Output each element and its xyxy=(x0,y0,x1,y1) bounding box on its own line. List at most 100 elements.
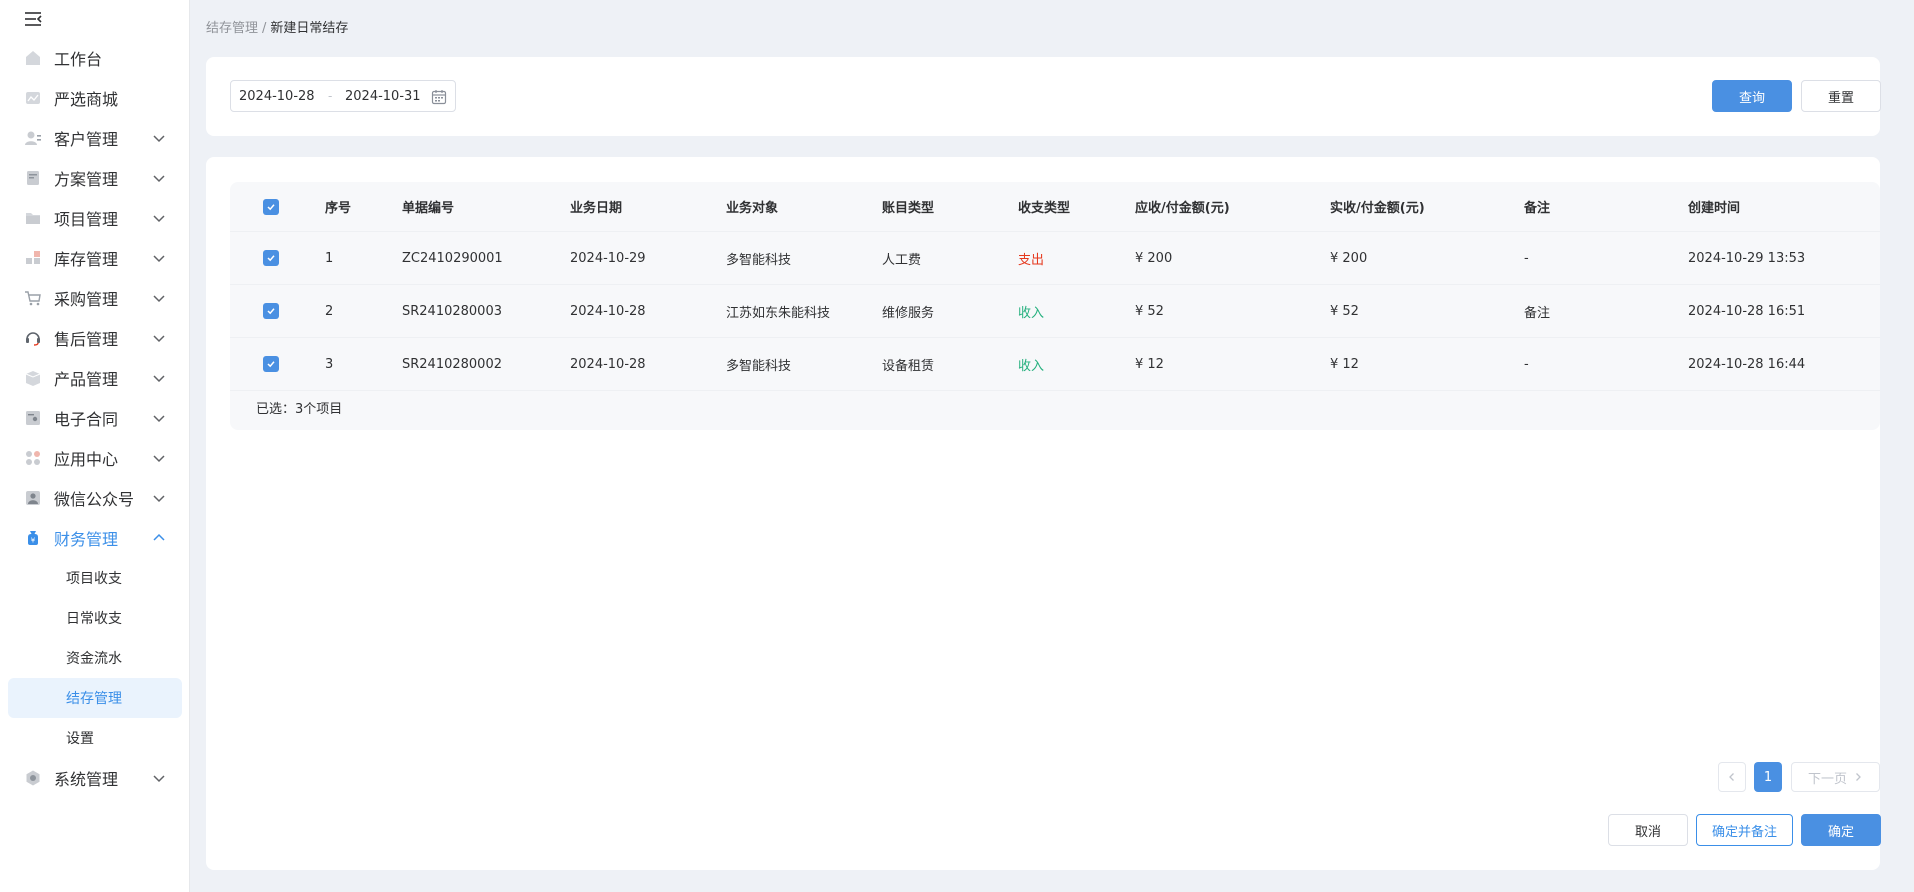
table-row[interactable]: 3 SR2410280002 2024-10-28 多智能科技 设备租赁 收入 ¥ 12 ¥ … xyxy=(230,338,1880,391)
cell-paid: ¥ 200 xyxy=(1330,250,1368,266)
sidebar-item-8[interactable]: 产品管理 xyxy=(0,358,190,398)
chevron-down-icon[interactable] xyxy=(152,131,166,145)
sidebar-item-label: 方案管理 xyxy=(54,170,119,189)
reset-button[interactable]: 重置 xyxy=(1801,80,1881,112)
header-date: 业务日期 xyxy=(570,201,623,216)
sidebar-item-5[interactable]: 库存管理 xyxy=(0,238,190,278)
cell-remark: 备注 xyxy=(1524,305,1551,321)
header-type: 收支类型 xyxy=(1018,201,1071,216)
chevron-down-icon[interactable] xyxy=(152,211,166,225)
home-icon xyxy=(24,49,42,67)
date-range-picker[interactable]: 2024-10-28 - 2024-10-31 xyxy=(230,80,456,112)
select-all-checkbox[interactable] xyxy=(263,198,279,215)
chevron-down-icon[interactable] xyxy=(152,171,166,185)
date-start-input[interactable]: 2024-10-28 xyxy=(239,89,315,104)
sidebar-item-system[interactable]: 系统管理 xyxy=(0,758,190,798)
chevron-down-icon[interactable] xyxy=(152,411,166,425)
sidebar-item-9[interactable]: 电子合同 xyxy=(0,398,190,438)
cell-account: 设备租赁 xyxy=(882,358,935,374)
box-icon xyxy=(24,369,42,387)
svg-text:¥: ¥ xyxy=(31,537,36,545)
chevron-down-icon[interactable] xyxy=(152,451,166,465)
inventory-icon xyxy=(24,249,42,267)
chevron-down-icon[interactable] xyxy=(152,331,166,345)
sidebar-item-2[interactable]: 客户管理 xyxy=(0,118,190,158)
sidebar-item-label: 工作台 xyxy=(54,50,103,69)
sidebar-item-1[interactable]: 严选商城 xyxy=(0,78,190,118)
chevron-down-icon[interactable] xyxy=(152,371,166,385)
sidebar-item-label: 客户管理 xyxy=(54,130,119,149)
sidebar-item-label: 库存管理 xyxy=(54,250,119,269)
header-no: 序号 xyxy=(325,201,352,216)
content-panel: 序号 单据编号 业务日期 业务对象 账目类型 收支类型 应收/付金额(元) 实收… xyxy=(206,157,1881,870)
sidebar-item-label: 严选商城 xyxy=(54,90,119,109)
cell-no: 1 xyxy=(325,250,334,266)
sidebar-item-label: 系统管理 xyxy=(54,770,119,789)
records-table: 序号 单据编号 业务日期 业务对象 账目类型 收支类型 应收/付金额(元) 实收… xyxy=(230,182,1880,430)
cell-remark: - xyxy=(1524,356,1529,372)
sidebar-item-6[interactable]: 采购管理 xyxy=(0,278,190,318)
chevron-down-icon[interactable] xyxy=(152,771,166,785)
header-due: 应收/付金额(元) xyxy=(1135,201,1230,216)
sidebar-item-10[interactable]: 应用中心 xyxy=(0,438,190,478)
finance-subitem-3[interactable]: 结存管理 xyxy=(8,678,182,718)
row-checkbox[interactable] xyxy=(263,303,279,319)
chevron-down-icon[interactable] xyxy=(152,491,166,505)
breadcrumb-parent[interactable]: 结存管理 xyxy=(206,21,258,36)
row-checkbox[interactable] xyxy=(263,356,279,372)
cell-account: 维修服务 xyxy=(882,305,935,321)
menu-collapse-icon[interactable] xyxy=(24,10,44,28)
sidebar-item-label: 应用中心 xyxy=(54,450,119,469)
cancel-button[interactable]: 取消 xyxy=(1608,814,1688,846)
query-button[interactable]: 查询 xyxy=(1712,80,1792,112)
cell-due: ¥ 200 xyxy=(1135,250,1173,266)
row-checkbox[interactable] xyxy=(263,250,279,266)
cell-target: 多智能科技 xyxy=(726,252,792,268)
sidebar: 工作台严选商城客户管理方案管理项目管理库存管理采购管理售后管理产品管理电子合同应… xyxy=(0,0,190,892)
cell-no: 3 xyxy=(325,356,334,372)
sidebar-item-label: 微信公众号 xyxy=(54,490,135,509)
sidebar-item-label: 产品管理 xyxy=(54,370,119,389)
sidebar-item-7[interactable]: 售后管理 xyxy=(0,318,190,358)
cell-created: 2024-10-29 13:53 xyxy=(1688,250,1806,266)
finance-subitem-2[interactable]: 资金流水 xyxy=(8,638,182,678)
chevron-down-icon[interactable] xyxy=(152,251,166,265)
sidebar-item-12[interactable]: ¥ 财务管理 xyxy=(0,518,190,558)
confirm-button[interactable]: 确定 xyxy=(1801,814,1881,846)
chevron-down-icon[interactable] xyxy=(152,291,166,305)
date-end-input[interactable]: 2024-10-31 xyxy=(345,89,421,104)
money-bag-icon: ¥ xyxy=(24,529,42,547)
confirm-with-remark-button[interactable]: 确定并备注 xyxy=(1696,814,1793,846)
pagination-prev-button[interactable] xyxy=(1718,762,1746,792)
table-header-row: 序号 单据编号 业务日期 业务对象 账目类型 收支类型 应收/付金额(元) 实收… xyxy=(230,182,1880,232)
sidebar-item-11[interactable]: 微信公众号 xyxy=(0,478,190,518)
table-row[interactable]: 1 ZC2410290001 2024-10-29 多智能科技 人工费 支出 ¥ 200 ¥ … xyxy=(230,232,1880,285)
finance-subitem-1[interactable]: 日常收支 xyxy=(8,598,182,638)
sidebar-item-label: 财务管理 xyxy=(54,530,119,549)
header-target: 业务对象 xyxy=(726,201,779,216)
chevron-up-icon[interactable] xyxy=(152,531,166,545)
finance-subitem-0[interactable]: 项目收支 xyxy=(8,558,182,598)
sidebar-item-label: 采购管理 xyxy=(54,290,119,309)
chevron-right-icon xyxy=(1856,773,1861,781)
header-code: 单据编号 xyxy=(402,201,455,216)
finance-subitem-4[interactable]: 设置 xyxy=(8,718,182,758)
cell-date: 2024-10-29 xyxy=(570,250,646,266)
cell-date: 2024-10-28 xyxy=(570,356,646,372)
sidebar-item-0[interactable]: 工作台 xyxy=(0,38,190,78)
pagination-next-button[interactable]: 下一页 xyxy=(1791,762,1880,792)
sidebar-item-label: 电子合同 xyxy=(54,410,119,429)
header-created: 创建时间 xyxy=(1688,201,1741,216)
gear-icon xyxy=(24,769,42,787)
sidebar-menu: 工作台严选商城客户管理方案管理项目管理库存管理采购管理售后管理产品管理电子合同应… xyxy=(0,38,190,798)
pagination-page-1[interactable]: 1 xyxy=(1754,762,1782,792)
calendar-icon[interactable] xyxy=(431,89,447,105)
sidebar-item-3[interactable]: 方案管理 xyxy=(0,158,190,198)
folder-icon xyxy=(24,209,42,227)
table-row[interactable]: 2 SR2410280003 2024-10-28 江苏如东朱能科技 维修服务 收入 ¥ 5… xyxy=(230,285,1880,338)
cell-type: 收入 xyxy=(1018,305,1045,321)
sidebar-item-4[interactable]: 项目管理 xyxy=(0,198,190,238)
sidebar-item-label: 售后管理 xyxy=(54,330,119,349)
cell-code: SR2410280003 xyxy=(402,303,502,319)
cell-target: 江苏如东朱能科技 xyxy=(726,305,831,321)
